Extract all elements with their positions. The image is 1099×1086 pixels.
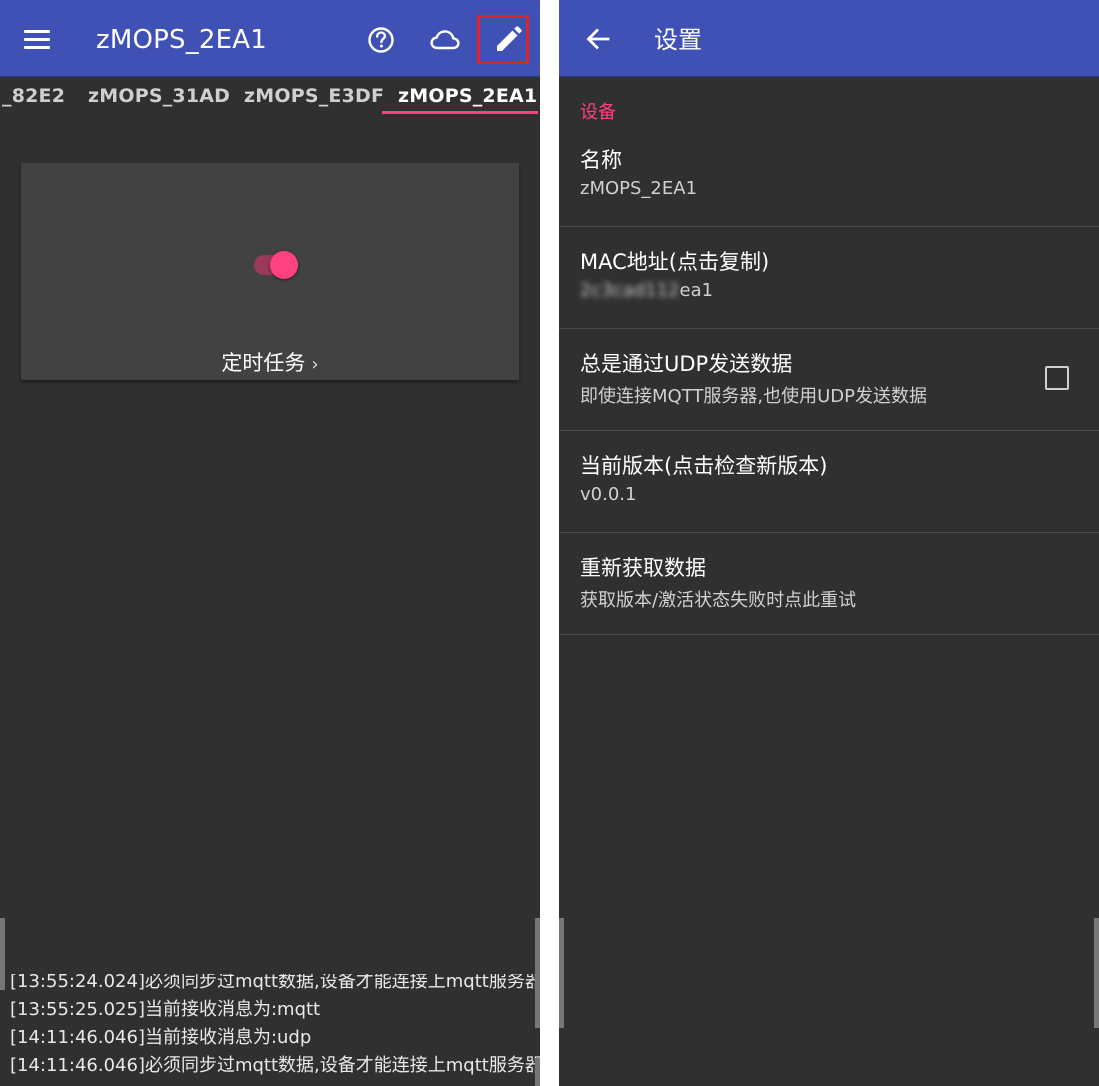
pref-summary: zMOPS_2EA1 bbox=[580, 178, 698, 199]
pref-title: 总是通过UDP发送数据 bbox=[580, 352, 793, 376]
device-screen: zMOPS_2EA1 _82E2 zMOPS_31AD zMOPS_E3DF z… bbox=[0, 0, 540, 1086]
settings-screen: 设置 设备 名称 zMOPS_2EA1 MAC地址(点击复制) 2c3cad11… bbox=[559, 0, 1099, 1086]
message-log: [13:55:24.024]必须同步过mqtt数据,设备才能连接上mqtt服务器… bbox=[10, 974, 540, 1080]
timer-task-link[interactable]: 定时任务 › bbox=[21, 347, 519, 377]
pref-summary: 即使连接MQTT服务器,也使用UDP发送数据 bbox=[580, 386, 927, 407]
pref-summary: 获取版本/激活状态失败时点此重试 bbox=[580, 590, 857, 611]
device-tabs: _82E2 zMOPS_31AD zMOPS_E3DF zMOPS_2EA1 bbox=[0, 77, 540, 117]
timer-task-label: 定时任务 bbox=[221, 351, 306, 375]
log-line: [14:11:46.046]必须同步过mqtt数据,设备才能连接上mqtt服务器 bbox=[10, 1055, 540, 1076]
scrollbar[interactable] bbox=[535, 918, 540, 1028]
app-title: zMOPS_2EA1 bbox=[96, 25, 268, 55]
arrow-back-icon[interactable] bbox=[581, 22, 615, 56]
power-toggle[interactable] bbox=[270, 251, 298, 279]
scrollbar[interactable] bbox=[1094, 918, 1099, 1028]
settings-title: 设置 bbox=[654, 26, 702, 54]
scrollbar[interactable] bbox=[0, 918, 5, 990]
chevron-right-icon: › bbox=[311, 354, 319, 375]
pref-always-udp[interactable]: 总是通过UDP发送数据 即使连接MQTT服务器,也使用UDP发送数据 bbox=[559, 328, 1099, 431]
scrollbar[interactable] bbox=[535, 1058, 540, 1086]
hamburger-menu-icon[interactable] bbox=[24, 30, 50, 50]
edit-highlight-box bbox=[477, 15, 529, 64]
udp-checkbox[interactable] bbox=[1045, 366, 1069, 390]
mac-address-redacted: 2c3cad112 bbox=[580, 280, 680, 301]
pref-title: 重新获取数据 bbox=[580, 556, 706, 580]
tab-zmops-31ad[interactable]: zMOPS_31AD bbox=[88, 85, 230, 107]
pref-device-name[interactable]: 名称 zMOPS_2EA1 bbox=[559, 124, 1099, 227]
tab-82e2[interactable]: _82E2 bbox=[2, 85, 65, 107]
log-line: [14:11:46.046]当前接收消息为:udp bbox=[10, 1027, 312, 1048]
app-bar: zMOPS_2EA1 bbox=[0, 0, 540, 77]
pref-mac-address[interactable]: MAC地址(点击复制) 2c3cad112ea1 bbox=[559, 226, 1099, 329]
tab-indicator bbox=[382, 111, 538, 114]
log-line: [13:55:25.025]当前接收消息为:mqtt bbox=[10, 999, 321, 1020]
pref-summary: v0.0.1 bbox=[580, 484, 637, 505]
log-line: [13:55:24.024]必须同步过mqtt数据,设备才能连接上mqtt服务器 bbox=[10, 974, 535, 990]
mac-address-value: 2c3cad112ea1 bbox=[580, 280, 713, 301]
pref-title: 当前版本(点击检查新版本) bbox=[580, 454, 828, 478]
help-circle-icon[interactable] bbox=[361, 20, 401, 60]
tab-zmops-e3df[interactable]: zMOPS_E3DF bbox=[244, 85, 384, 107]
cloud-icon[interactable] bbox=[425, 20, 465, 60]
pref-current-version[interactable]: 当前版本(点击检查新版本) v0.0.1 bbox=[559, 430, 1099, 533]
mac-address-suffix: ea1 bbox=[679, 280, 714, 301]
pref-refetch-data[interactable]: 重新获取数据 获取版本/激活状态失败时点此重试 bbox=[559, 532, 1099, 635]
settings-app-bar: 设置 bbox=[559, 0, 1099, 77]
timer-task-card[interactable]: 定时任务 › bbox=[21, 163, 519, 380]
tab-zmops-2ea1[interactable]: zMOPS_2EA1 bbox=[398, 85, 537, 107]
pref-title: 名称 bbox=[580, 148, 622, 172]
scrollbar[interactable] bbox=[559, 918, 564, 1028]
section-header-device: 设备 bbox=[580, 102, 616, 123]
pref-title: MAC地址(点击复制) bbox=[580, 250, 770, 274]
